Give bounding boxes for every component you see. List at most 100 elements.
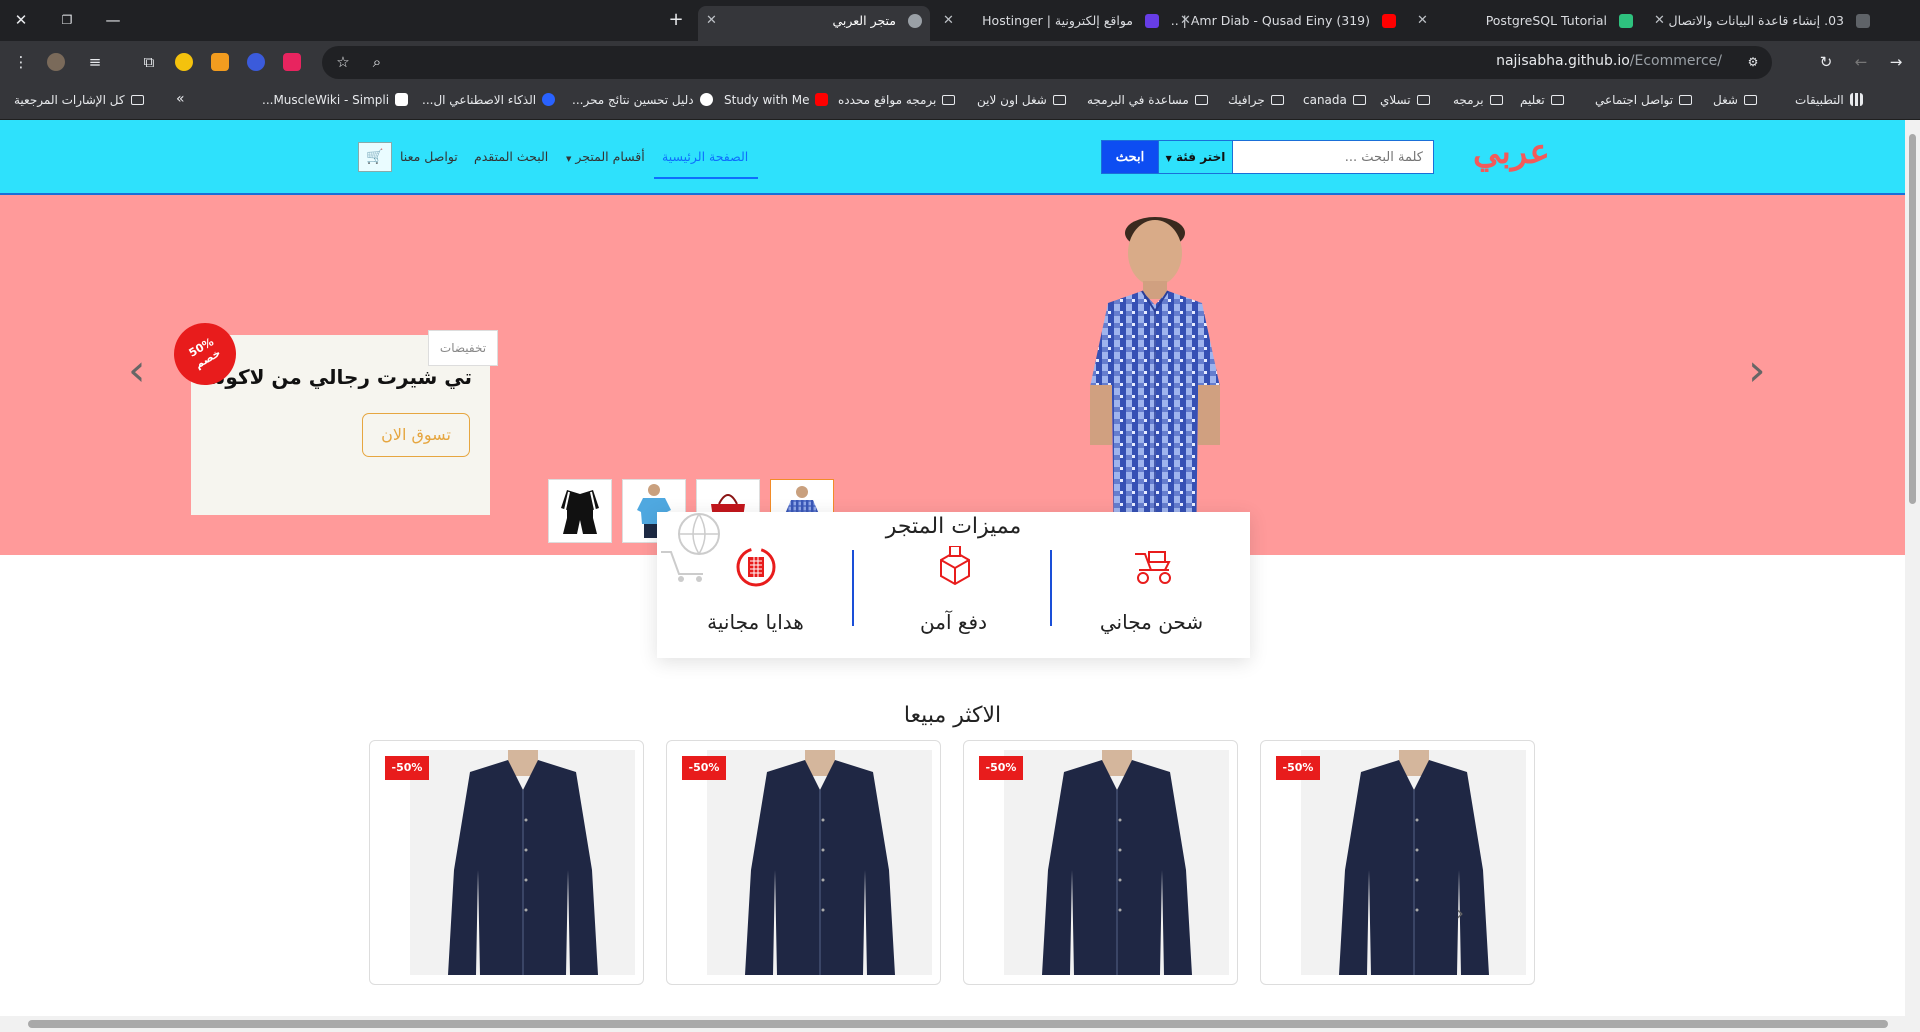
extension-blue-icon[interactable] [247,53,265,71]
folder-icon [1352,95,1366,105]
folder-icon [130,95,144,105]
nav-active-underline [654,177,758,179]
back-icon[interactable]: → [1885,51,1907,73]
folder-icon [1550,95,1564,105]
globe-icon [908,14,922,28]
window-restore-icon[interactable]: ❐ [56,9,78,31]
cart-button[interactable]: 🛒 [358,142,392,172]
search-button[interactable]: ابحث [1102,141,1158,173]
tab-close-icon[interactable]: ✕ [943,6,954,35]
reading-list-icon[interactable]: ≡ [84,51,106,73]
feature-free-gifts: هدايا مجانية [657,542,854,652]
bookmark-folder[interactable]: تعليم [1520,93,1564,107]
extensions-puzzle-icon[interactable]: ⧉ [138,51,160,73]
tab-database[interactable]: 03. إنشاء قاعدة البيانات والاتصال ✕ [1646,6,1878,35]
bookmark-folder[interactable]: برمجه [1453,93,1503,107]
page-viewport: عربي ابحث اختر فئة ▼ الصفحة الرئيسية أقس… [0,120,1905,1016]
profile-avatar[interactable] [47,53,65,71]
hero-slider: ‹ › تي شيرت رجالي من لاكوست تسوق الان تخ… [0,195,1905,555]
tab-postgresql[interactable]: PostgreSQL Tutorial ✕ [1409,6,1641,35]
extension-burger-icon[interactable] [211,53,229,71]
folder-icon [1194,95,1208,105]
sale-tag: تخفيضات [428,330,498,366]
nav-contact[interactable]: تواصل معنا [400,149,458,164]
bookmark-folder[interactable]: شغل اون لاين [977,93,1066,107]
folder-icon [1416,95,1430,105]
scrollbar-thumb[interactable] [1909,134,1916,504]
folder-icon [1489,95,1503,105]
secure-box-icon [940,546,970,586]
tab-youtube[interactable]: (319) Amr Diab - Qusad Einy | ... ✕ [1172,6,1404,35]
product-card[interactable]: -50% [666,740,941,985]
zoom-icon[interactable]: ⌕ [366,51,388,73]
promo-title: تي شيرت رجالي من لاكوست [200,365,472,389]
bookmark-folder[interactable]: canada [1303,93,1366,107]
window-close-icon[interactable]: ✕ [10,9,32,31]
site-header: عربي ابحث اختر فئة ▼ الصفحة الرئيسية أقس… [0,120,1905,195]
bookmark-folder[interactable]: جرافيك [1228,93,1284,107]
nav-categories[interactable]: أقسام المتجر ▼ [566,149,645,164]
tab-title: PostgreSQL Tutorial [1485,13,1607,28]
product-card[interactable]: -50% [963,740,1238,985]
forward-icon[interactable]: ← [1850,51,1872,73]
blouse-image [1339,750,1489,975]
tab-close-icon[interactable]: ✕ [706,6,717,35]
new-tab-button[interactable]: + [664,9,688,33]
bookmark-folder[interactable]: برمجه مواقع محدده [838,93,956,107]
discount-badge: -50% [1276,756,1320,780]
tab-hostinger[interactable]: مواقع إلكترونية | Hostinger ✕ [935,6,1167,35]
slider-prev-arrow[interactable]: ‹ [128,345,146,396]
bookmark-ai[interactable]: الذكاء الاصطناعي ال... [422,93,556,107]
url-text: najisabha.github.io/Ecommerce/ [1496,53,1722,69]
bookmark-folder[interactable]: تواصل اجتماعي [1595,93,1693,107]
bookmarks-more-button[interactable]: » [176,91,185,107]
bookmark-star-icon[interactable]: ☆ [332,51,354,73]
address-bar[interactable]: ☆ ⌕ najisabha.github.io/Ecommerce/ ⚙ [322,46,1772,79]
vertical-scrollbar[interactable] [1905,120,1920,1016]
thumbnail-tracksuit[interactable] [548,479,612,543]
search-bar: ابحث اختر فئة ▼ [1101,140,1434,174]
bookmark-google[interactable]: دليل تحسين نتائج محر... [572,93,713,107]
window-minimize-icon[interactable]: — [102,9,124,31]
category-dropdown[interactable]: اختر فئة ▼ [1158,141,1233,173]
c-icon [542,93,556,106]
nav-advanced-search[interactable]: البحث المتقدم [474,149,548,164]
feature-label: دفع آمن [920,610,987,634]
bookmark-youtube[interactable]: Study with Me [724,93,829,107]
nav-home[interactable]: الصفحة الرئيسية [662,149,748,164]
tab-title: (319) Amr Diab - Qusad Einy | ... [1172,13,1370,28]
shop-now-button[interactable]: تسوق الان [362,413,470,457]
bookmark-apps[interactable]: التطبيقات [1795,93,1863,107]
tab-close-icon[interactable]: ✕ [1417,6,1428,35]
bookmark-all[interactable]: كل الإشارات المرجعية [14,93,144,107]
page-icon [1856,14,1870,28]
scrollbar-thumb[interactable] [28,1020,1888,1028]
product-card[interactable]: -50% [369,740,644,985]
blouse-image [745,750,895,975]
horizontal-scrollbar[interactable] [0,1016,1920,1032]
site-settings-icon[interactable]: ⚙ [1742,51,1764,73]
delivery-scooter-icon [1135,551,1171,584]
tab-active[interactable]: متجر العربي ✕ [698,6,930,41]
reload-icon[interactable]: ↻ [1815,51,1837,73]
bookmark-folder[interactable]: مساعدة في البرمجه [1087,93,1208,107]
bookmark-folder[interactable]: شغل [1713,93,1757,107]
features-title: مميزات المتجر [885,514,1022,539]
carousel-next-icon[interactable]: › [1456,901,1464,925]
tab-close-icon[interactable]: ✕ [1180,6,1191,35]
site-logo[interactable]: عربي [1473,132,1550,172]
bookmark-folder[interactable]: تسلاي [1380,93,1430,107]
tab-close-icon[interactable]: ✕ [1654,6,1665,35]
gift-icon [736,547,776,587]
extension-yellow-icon[interactable] [175,53,193,71]
youtube-icon [1382,14,1396,28]
search-input[interactable] [1233,141,1433,173]
browser-tabstrip: ✕ ❐ — + متجر العربي ✕ مواقع إلكترونية | … [0,0,1920,41]
extension-shield-icon[interactable] [283,53,301,71]
product-card[interactable]: -50% › [1260,740,1535,985]
bookmark-musclewiki[interactable]: MuscleWiki - Simpli... [262,93,409,107]
menu-dots-icon[interactable]: ⋮ [10,51,32,73]
blouse-image [1042,750,1192,975]
slider-next-arrow[interactable]: › [1748,345,1766,396]
cart-icon: 🛒 [366,149,384,165]
